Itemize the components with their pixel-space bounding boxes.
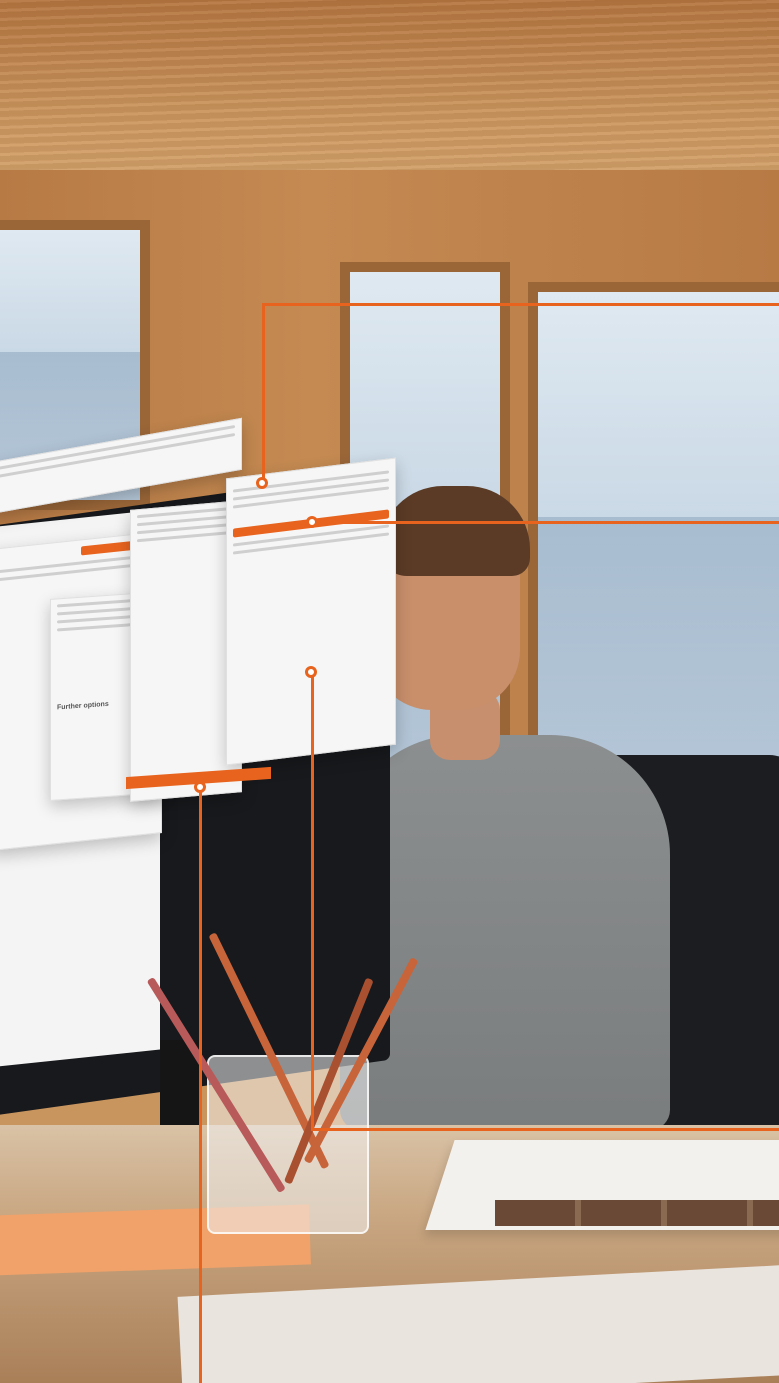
callout-marker (306, 516, 318, 528)
callout-marker (256, 477, 268, 489)
office-photo: Further options (0, 0, 779, 1383)
binder-spines (495, 1200, 779, 1226)
callout-line (199, 787, 202, 1383)
callout-line (262, 303, 265, 481)
callout-marker (194, 781, 206, 793)
callout-line (311, 673, 314, 1130)
window-right (528, 282, 779, 802)
callout-line (313, 521, 779, 524)
callout-line (311, 1128, 779, 1131)
callout-marker (305, 666, 317, 678)
callout-line (262, 303, 779, 306)
